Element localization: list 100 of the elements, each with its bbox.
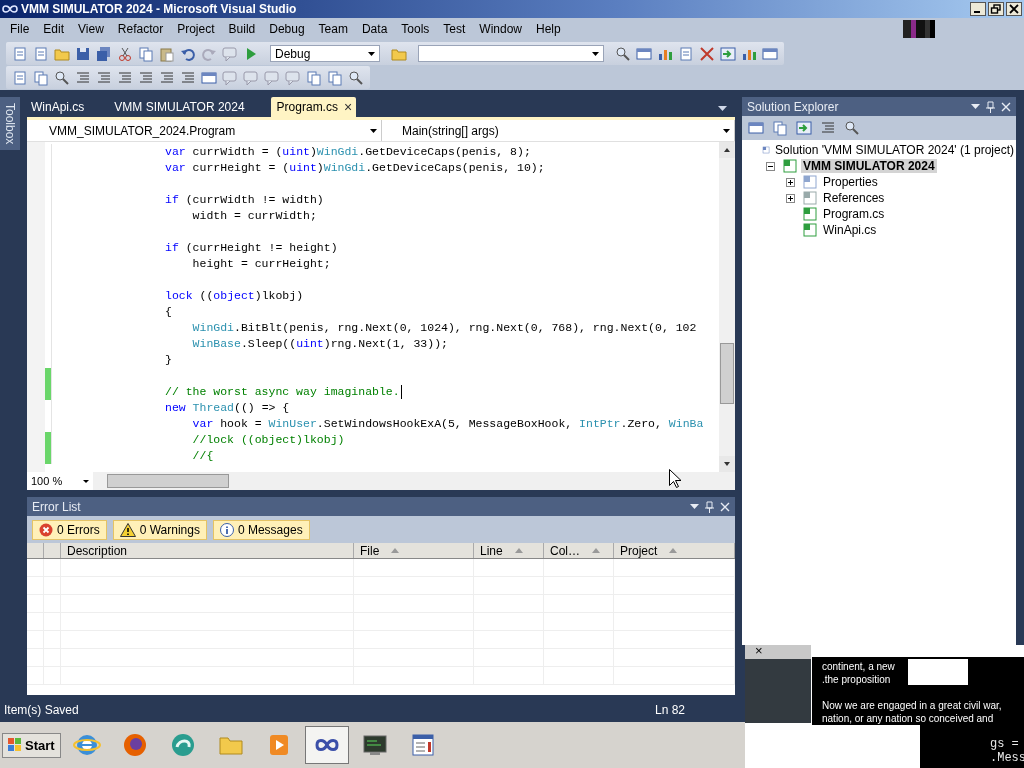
start-button[interactable]: Start [2, 732, 61, 758]
menu-item[interactable]: Team [311, 20, 355, 38]
menu-item[interactable]: Edit [36, 20, 72, 38]
column-header[interactable]: Line [474, 543, 544, 558]
align-icon[interactable] [159, 69, 175, 86]
properties-icon[interactable] [748, 120, 764, 136]
menu-item[interactable]: View [71, 20, 111, 38]
window-icon[interactable] [636, 45, 652, 62]
code-line: } [165, 352, 172, 368]
expander-icon[interactable] [786, 177, 795, 187]
restore-icon[interactable] [988, 2, 1004, 16]
page-icon[interactable] [678, 45, 694, 62]
close-button[interactable]: × [755, 644, 763, 658]
add-page-icon[interactable] [33, 45, 49, 62]
menu-item[interactable]: Tools [394, 20, 437, 38]
expander-icon[interactable] [766, 161, 775, 171]
pin-icon[interactable] [986, 100, 995, 113]
wrap-icon[interactable] [180, 69, 196, 86]
magnifier-icon[interactable] [348, 69, 364, 86]
document-tab[interactable]: WinApi.cs [27, 97, 97, 117]
menu-item[interactable]: Data [354, 20, 395, 38]
zoom-dropdown[interactable]: 100 % [27, 472, 93, 490]
comment-icon[interactable] [243, 69, 259, 86]
menu-item[interactable]: Project [170, 20, 222, 38]
page-icon[interactable] [12, 69, 28, 86]
arrow-into-box-icon[interactable] [720, 45, 736, 62]
caret-icon[interactable] [971, 104, 980, 109]
menu-item[interactable]: Debug [262, 20, 312, 38]
close-tab-button[interactable]: × [343, 99, 353, 115]
code-file-icon [802, 222, 818, 238]
tree-item[interactable]: Program.cs [821, 207, 887, 221]
caret-icon[interactable] [690, 504, 699, 509]
scissors-icon[interactable] [117, 45, 133, 62]
filter-toggle[interactable]: 0 Warnings [112, 519, 207, 540]
menu-item[interactable]: Window [472, 20, 530, 38]
magnifier-icon[interactable] [844, 120, 860, 136]
configuration-dropdown[interactable]: Debug [270, 45, 380, 62]
code-file-icon [802, 206, 818, 222]
taskbar-button[interactable] [304, 726, 349, 764]
column-header[interactable]: Description [61, 543, 354, 558]
tree-item[interactable]: Solution 'VMM SIMULATOR 2024' (1 project) [773, 143, 1016, 157]
list-icon[interactable] [96, 69, 112, 86]
toolbox-tab[interactable]: Toolbox [0, 97, 20, 151]
menu-item[interactable]: Build [221, 20, 263, 38]
menu-item[interactable]: File [3, 20, 37, 38]
copy-icon[interactable] [772, 120, 788, 136]
comment-icon[interactable] [264, 69, 280, 86]
tree-item[interactable]: WinApi.cs [821, 223, 879, 237]
text-line: continent, a new [822, 660, 896, 673]
caret-icon[interactable] [718, 106, 727, 111]
menu-item[interactable]: Help [529, 20, 568, 38]
blank-block [908, 659, 968, 685]
filter-toggle[interactable]: 0 Messages [212, 519, 310, 540]
document-tab[interactable]: Program.cs × [270, 97, 357, 117]
caret-icon [368, 51, 375, 56]
text-icon[interactable] [75, 69, 91, 86]
tree-item[interactable]: VMM SIMULATOR 2024 [801, 159, 937, 173]
close-icon[interactable] [1006, 2, 1022, 16]
code-line: new Thread(() => { [165, 400, 290, 416]
copy-icon[interactable] [306, 69, 322, 86]
find-dropdown[interactable] [418, 45, 604, 62]
magnifier-icon[interactable] [615, 45, 631, 62]
tree-item[interactable]: References [821, 191, 887, 205]
indent-icon[interactable] [138, 69, 154, 86]
code-line: WinBase.Sleep((uint)rng.Next(1, 33)); [191, 336, 448, 352]
comment-icon[interactable] [222, 45, 238, 62]
error-icon [39, 522, 53, 537]
comment-icon[interactable] [222, 69, 238, 86]
expander-icon[interactable] [786, 193, 795, 203]
scroll-thumb[interactable] [107, 474, 229, 488]
menu-item[interactable]: Refactor [110, 20, 171, 38]
console-text: gs = [990, 737, 1020, 751]
clipboard-icon[interactable] [159, 45, 175, 62]
scroll-up-icon[interactable] [719, 142, 735, 158]
vertical-scrollbar[interactable] [719, 142, 735, 472]
tree-item[interactable]: Properties [821, 175, 880, 189]
scroll-thumb[interactable] [720, 342, 734, 405]
info-icon [219, 522, 234, 537]
new-page-icon[interactable] [12, 45, 28, 62]
document-icon[interactable] [820, 120, 836, 136]
command-window-icon[interactable] [762, 45, 778, 62]
copy-icon[interactable] [33, 69, 49, 86]
warning-icon [119, 522, 136, 537]
code-line: { [165, 304, 172, 320]
minimize-icon[interactable] [970, 2, 986, 16]
column-header[interactable]: File [354, 543, 474, 558]
comment-icon[interactable] [285, 69, 301, 86]
column-header[interactable]: Project [614, 543, 735, 558]
copy-icon[interactable] [138, 45, 154, 62]
document-tab[interactable]: VMM SIMULATOR 2024 [110, 97, 257, 117]
filter-toggle[interactable]: 0 Errors [32, 519, 107, 540]
floppy-disks-icon[interactable] [96, 45, 112, 62]
code-line: width = currWidth; [191, 208, 317, 224]
outdent-icon[interactable] [117, 69, 133, 86]
copy-icon[interactable] [327, 69, 343, 86]
scroll-down-icon[interactable] [719, 456, 735, 472]
menu-item[interactable]: Test [436, 20, 473, 38]
pin-icon[interactable] [705, 500, 714, 513]
column-header[interactable]: Col… [544, 543, 614, 558]
window-icon[interactable] [201, 69, 217, 86]
